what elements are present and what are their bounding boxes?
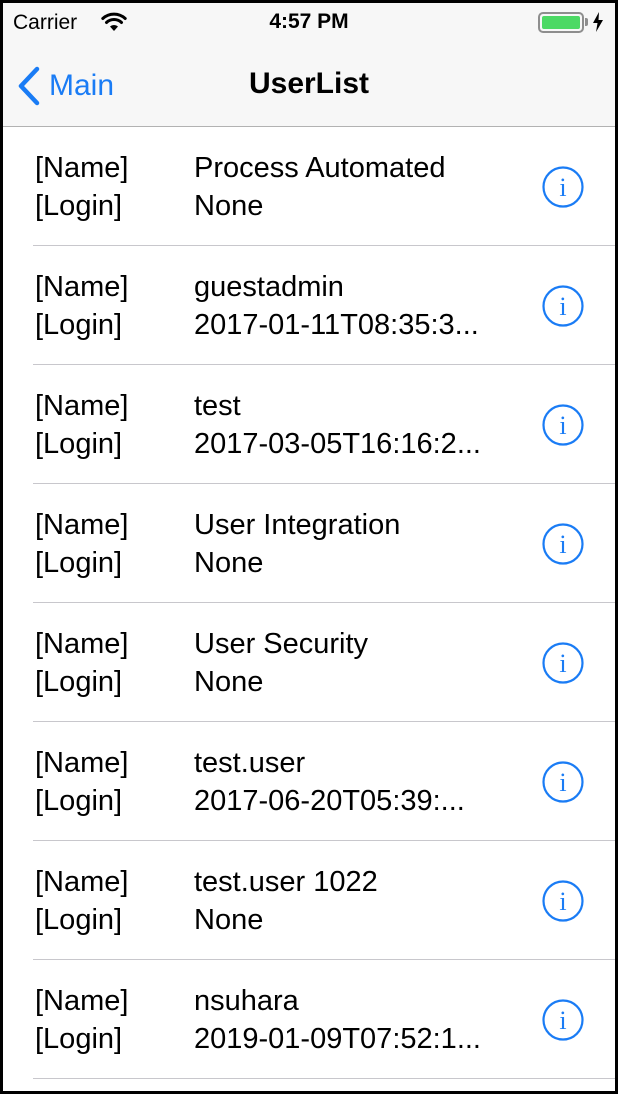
svg-text:i: i <box>559 411 566 440</box>
info-icon[interactable]: i <box>541 165 585 209</box>
name-label: [Name] <box>35 747 129 779</box>
svg-text:i: i <box>559 292 566 321</box>
user-name: test.user 1022 <box>194 866 378 898</box>
user-name: User Integration <box>194 509 401 541</box>
list-item[interactable]: [Name] [Login] test.user 2017-06-20T05:3… <box>3 722 615 841</box>
field-values: guestadmin 2017-01-11T08:35:3... <box>194 268 526 344</box>
name-label: [Name] <box>35 271 129 303</box>
login-label: [Login] <box>35 785 123 817</box>
info-icon[interactable]: i <box>541 284 585 328</box>
user-name: User Security <box>194 628 369 660</box>
list-item[interactable]: [Name] [Login] Process Automated None i <box>3 127 615 246</box>
status-bar: Carrier 4:57 PM <box>3 3 615 43</box>
list-item[interactable]: [Name] [Login] test.user 1022 None i <box>3 841 615 960</box>
info-icon[interactable]: i <box>541 403 585 447</box>
field-labels: [Name] [Login] <box>35 268 128 344</box>
login-label: [Login] <box>35 547 123 579</box>
last-login: None <box>194 190 264 222</box>
user-name: Process Automated <box>194 152 446 184</box>
name-label: [Name] <box>35 866 129 898</box>
page-title: UserList <box>248 67 370 100</box>
field-values: nsuhara 2019-01-09T07:52:1... <box>194 982 526 1058</box>
svg-text:i: i <box>559 1006 566 1035</box>
last-login: None <box>194 904 264 936</box>
user-name: guestadmin <box>194 271 344 303</box>
list-item[interactable]: [Name] [Login] User Integration None i <box>3 484 615 603</box>
field-values: Process Automated None <box>194 149 526 225</box>
login-label: [Login] <box>35 1023 123 1055</box>
last-login: 2017-06-20T05:39:... <box>194 785 465 817</box>
login-label: [Login] <box>35 666 123 698</box>
field-labels: [Name] [Login] <box>35 744 128 820</box>
login-label: [Login] <box>35 190 123 222</box>
field-labels: [Name] [Login] <box>35 149 128 225</box>
last-login: 2017-03-05T16:16:2... <box>194 428 481 460</box>
field-labels: [Name] [Login] <box>35 625 128 701</box>
field-values: User Security None <box>194 625 526 701</box>
last-login: None <box>194 666 264 698</box>
info-icon[interactable]: i <box>541 879 585 923</box>
field-labels: [Name] [Login] <box>35 506 128 582</box>
login-label: [Login] <box>35 904 123 936</box>
info-icon[interactable]: i <box>541 522 585 566</box>
name-label: [Name] <box>35 985 129 1017</box>
name-label: [Name] <box>35 509 129 541</box>
name-label: [Name] <box>35 628 129 660</box>
info-icon[interactable]: i <box>541 998 585 1042</box>
user-name: nsuhara <box>194 985 299 1017</box>
last-login: 2017-01-11T08:35:3... <box>194 309 479 341</box>
row-separator <box>33 1078 615 1079</box>
svg-text:i: i <box>559 887 566 916</box>
battery-icon <box>538 12 584 33</box>
field-values: User Integration None <box>194 506 526 582</box>
field-values: test.user 2017-06-20T05:39:... <box>194 744 526 820</box>
field-labels: [Name] [Login] <box>35 863 128 939</box>
login-label: [Login] <box>35 428 123 460</box>
list-item[interactable]: [Name] [Login] test 2017-03-05T16:16:2..… <box>3 365 615 484</box>
svg-text:i: i <box>559 768 566 797</box>
battery-fill <box>542 16 580 29</box>
field-values: test 2017-03-05T16:16:2... <box>194 387 526 463</box>
info-icon[interactable]: i <box>541 641 585 685</box>
list-item[interactable]: [Name] [Login] User Security None i <box>3 603 615 722</box>
screen: Carrier 4:57 PM Main UserList [Name] [Lo… <box>3 3 615 1091</box>
name-label: [Name] <box>35 390 129 422</box>
list-item[interactable]: [Name] [Login] nsuhara 2019-01-09T07:52:… <box>3 960 615 1079</box>
list-item[interactable]: [Name] [Login] guestadmin 2017-01-11T08:… <box>3 246 615 365</box>
login-label: [Login] <box>35 309 123 341</box>
last-login: None <box>194 547 264 579</box>
name-label: [Name] <box>35 152 129 184</box>
navigation-bar: Main UserList <box>3 43 615 127</box>
last-login: 2019-01-09T07:52:1... <box>194 1023 481 1055</box>
svg-text:i: i <box>559 530 566 559</box>
user-name: test.user <box>194 747 306 779</box>
field-labels: [Name] [Login] <box>35 982 128 1058</box>
field-labels: [Name] [Login] <box>35 387 128 463</box>
status-time: 4:57 PM <box>269 10 349 33</box>
charging-bolt-icon <box>593 12 603 32</box>
info-icon[interactable]: i <box>541 760 585 804</box>
user-list: [Name] [Login] Process Automated None i … <box>3 127 615 1079</box>
svg-text:i: i <box>559 173 566 202</box>
user-name: test <box>194 390 241 422</box>
field-values: test.user 1022 None <box>194 863 526 939</box>
svg-text:i: i <box>559 649 566 678</box>
battery-tip <box>585 18 588 26</box>
